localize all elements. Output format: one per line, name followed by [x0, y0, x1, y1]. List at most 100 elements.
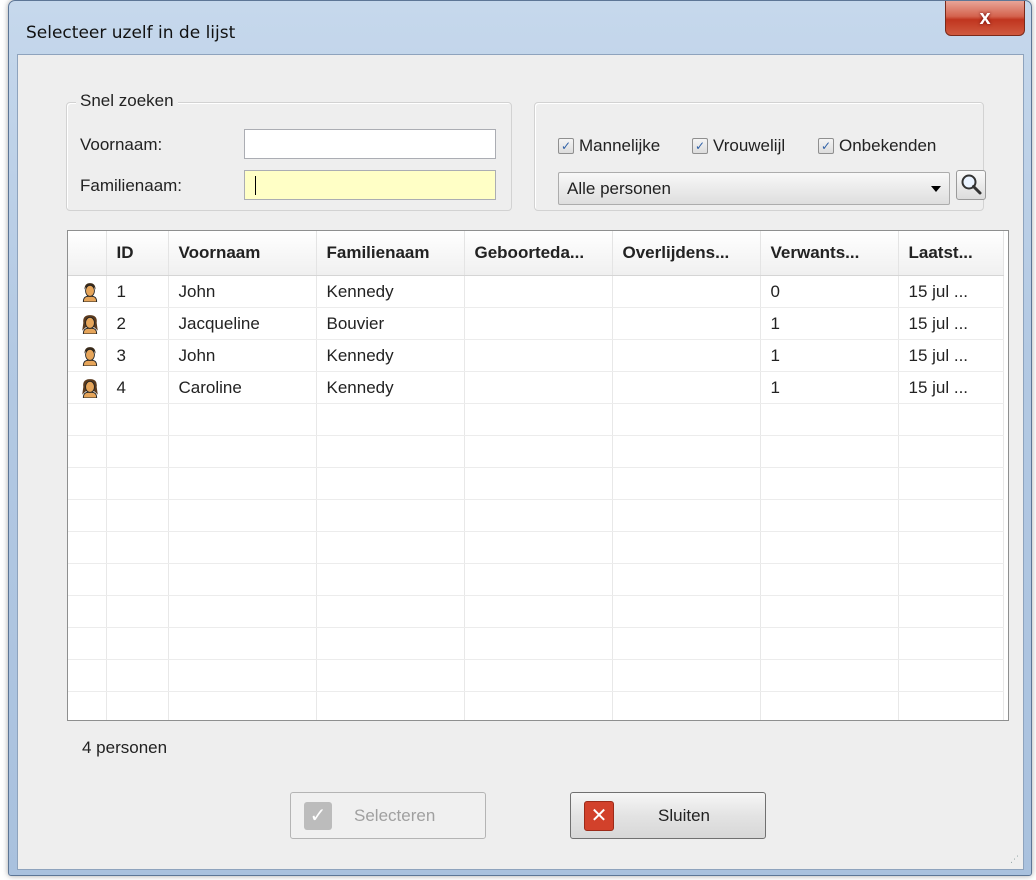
empty-cell: [612, 531, 761, 564]
empty-cell: [68, 403, 107, 436]
empty-cell: [464, 403, 613, 436]
table-cell-first: John: [168, 339, 317, 372]
empty-cell: [106, 467, 169, 500]
table-cell-birth: [464, 307, 613, 340]
first-name-input[interactable]: [244, 129, 496, 159]
empty-cell: [106, 563, 169, 596]
male-person-icon: [68, 339, 107, 372]
table-cell-first: Jacqueline: [168, 307, 317, 340]
empty-cell: [898, 563, 1004, 596]
table-cell-last: Kennedy: [316, 371, 465, 404]
female-checkbox[interactable]: ✓ Vrouwelijl: [692, 136, 785, 156]
empty-cell: [612, 563, 761, 596]
empty-cell: [760, 691, 899, 720]
empty-row: [68, 659, 1004, 692]
table-cell-first: John: [168, 275, 317, 308]
female-checkbox-label: Vrouwelijl: [713, 136, 786, 155]
checkmark-icon: ✓: [304, 801, 332, 830]
empty-row: [68, 403, 1004, 436]
male-checkbox[interactable]: ✓ Mannelijke: [558, 136, 660, 156]
female-person-icon: [68, 307, 107, 340]
last-name-input[interactable]: [244, 170, 496, 200]
table-row[interactable]: 2 Jacqueline Bouvier 1 15 jul ...: [68, 307, 1004, 340]
empty-cell: [168, 627, 317, 660]
close-dialog-button[interactable]: ✕ Sluiten: [570, 792, 766, 839]
empty-cell: [464, 563, 613, 596]
select-button-label: Selecteren: [354, 805, 436, 825]
empty-cell: [168, 499, 317, 532]
male-person-icon: [68, 275, 107, 308]
empty-cell: [168, 435, 317, 468]
empty-cell: [612, 595, 761, 628]
resize-grip-icon[interactable]: ⋰: [1010, 854, 1019, 865]
column-header[interactable]: Familienaam: [316, 231, 465, 276]
window-close-button[interactable]: x: [945, 1, 1025, 36]
empty-cell: [464, 435, 613, 468]
close-x-icon: ✕: [584, 800, 614, 831]
column-header[interactable]: ID: [106, 231, 169, 276]
text-caret: [255, 176, 256, 195]
empty-cell: [612, 499, 761, 532]
last-name-label: Familienaam:: [80, 176, 183, 195]
unknown-checkbox[interactable]: ✓ Onbekenden: [818, 136, 936, 156]
checkbox-check-icon: ✓: [818, 138, 834, 154]
empty-cell: [316, 403, 465, 436]
empty-cell: [316, 499, 465, 532]
empty-cell: [898, 403, 1004, 436]
checkbox-check-icon: ✓: [692, 138, 708, 154]
title-bar[interactable]: Selecteer uzelf in de lijst x: [9, 1, 1031, 53]
unknown-checkbox-label: Onbekenden: [839, 136, 937, 155]
empty-cell: [464, 499, 613, 532]
empty-cell: [68, 435, 107, 468]
table-row[interactable]: 4 Caroline Kennedy 1 15 jul ...: [68, 371, 1004, 404]
empty-cell: [464, 659, 613, 692]
person-table[interactable]: ID Voornaam Familienaam Geboorteda... Ov…: [67, 230, 1009, 721]
column-header[interactable]: Voornaam: [168, 231, 317, 276]
empty-cell: [168, 563, 317, 596]
empty-cell: [898, 595, 1004, 628]
empty-cell: [168, 691, 317, 720]
checkbox-check-icon: ✓: [558, 138, 574, 154]
select-button[interactable]: ✓ Selecteren: [290, 792, 486, 839]
column-header[interactable]: Overlijdens...: [612, 231, 761, 276]
table-cell-death: [612, 339, 761, 372]
empty-cell: [106, 595, 169, 628]
magnifier-icon: [961, 174, 982, 195]
empty-cell: [612, 691, 761, 720]
table-cell-id: 2: [106, 307, 169, 340]
quick-search-legend: Snel zoeken: [76, 91, 178, 111]
empty-cell: [612, 435, 761, 468]
search-button[interactable]: [956, 170, 986, 200]
close-icon: x: [979, 6, 991, 29]
scope-select[interactable]: Alle personen: [558, 172, 950, 205]
close-dialog-button-label: Sluiten: [658, 805, 710, 825]
column-header[interactable]: Verwants...: [760, 231, 899, 276]
table-cell-death: [612, 371, 761, 404]
empty-cell: [612, 467, 761, 500]
table-cell-last-changed: 15 jul ...: [898, 275, 1004, 308]
empty-cell: [316, 563, 465, 596]
empty-row: [68, 467, 1004, 500]
table-cell-last-changed: 15 jul ...: [898, 307, 1004, 340]
empty-row: [68, 435, 1004, 468]
empty-cell: [464, 531, 613, 564]
empty-cell: [760, 435, 899, 468]
table-row[interactable]: 1 John Kennedy 0 15 jul ...: [68, 275, 1004, 308]
empty-cell: [898, 691, 1004, 720]
empty-row: [68, 531, 1004, 564]
empty-cell: [68, 627, 107, 660]
table-row[interactable]: 3 John Kennedy 1 15 jul ...: [68, 339, 1004, 372]
empty-cell: [316, 595, 465, 628]
dialog-window: Selecteer uzelf in de lijst x Snel zoeke…: [8, 0, 1032, 876]
empty-cell: [106, 627, 169, 660]
column-header[interactable]: Geboorteda...: [464, 231, 613, 276]
table-cell-birth: [464, 275, 613, 308]
empty-cell: [68, 531, 107, 564]
empty-cell: [168, 595, 317, 628]
empty-cell: [760, 627, 899, 660]
column-header[interactable]: Laatst...: [898, 231, 1004, 276]
empty-cell: [68, 691, 107, 720]
empty-cell: [316, 467, 465, 500]
table-cell-birth: [464, 371, 613, 404]
empty-cell: [168, 467, 317, 500]
